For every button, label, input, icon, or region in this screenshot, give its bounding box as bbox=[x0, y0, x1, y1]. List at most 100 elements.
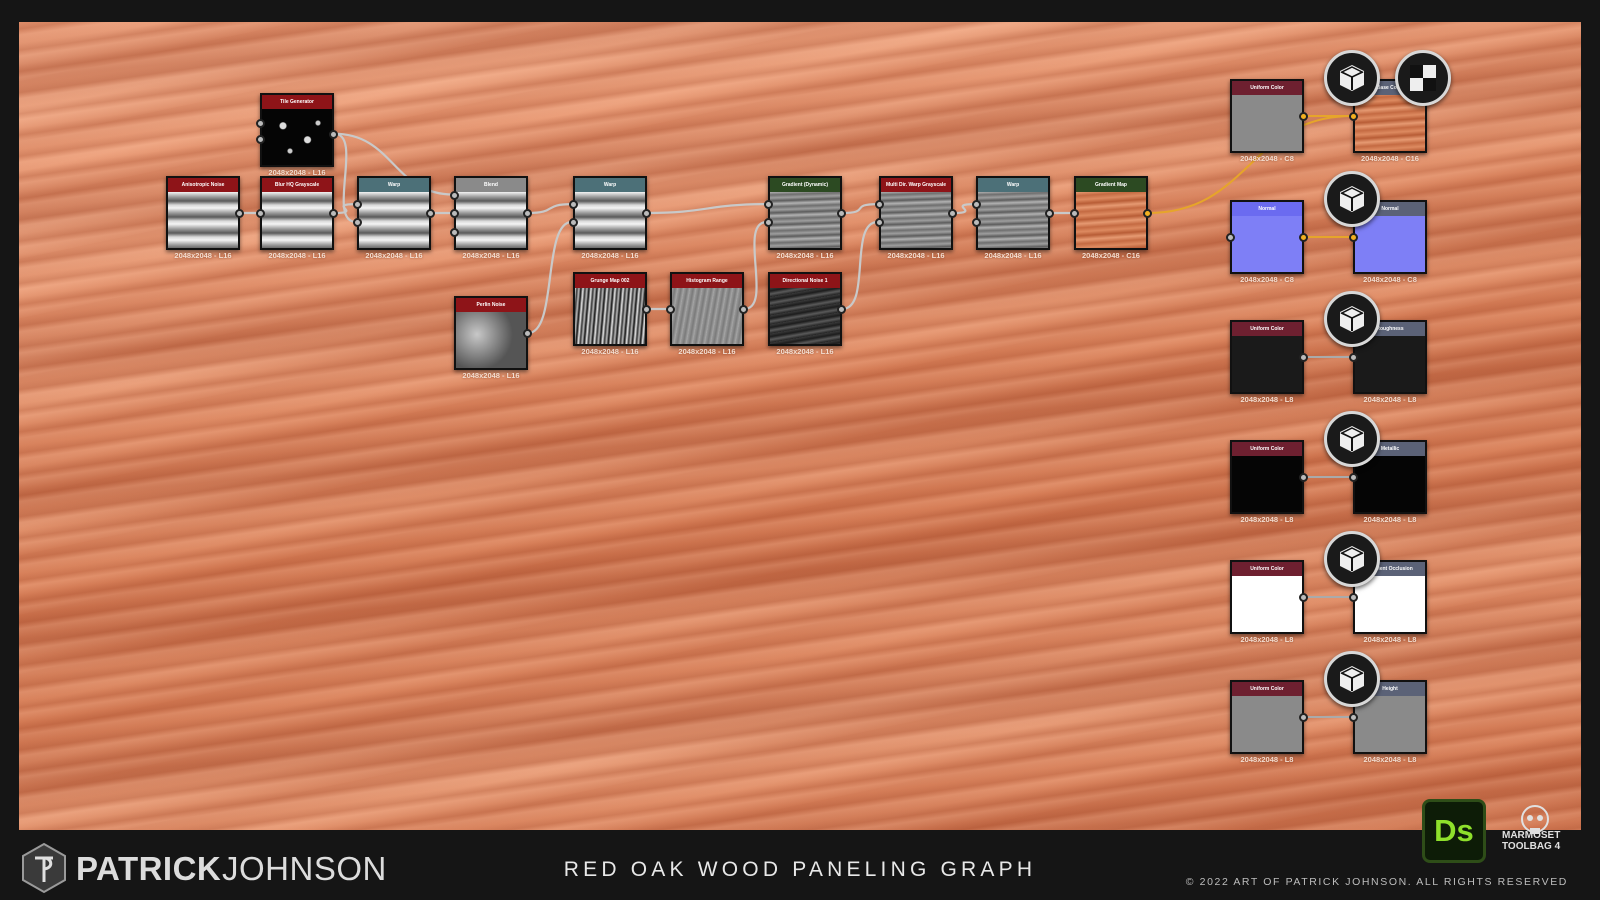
output-port[interactable] bbox=[1299, 473, 1308, 482]
node-preview bbox=[359, 192, 429, 248]
graph-title: RED OAK WOOD PANELING GRAPH bbox=[563, 858, 1037, 881]
input-port[interactable] bbox=[450, 190, 459, 200]
cube-icon[interactable] bbox=[1324, 531, 1380, 587]
node-resolution: 2048x2048 - L16 bbox=[365, 251, 423, 260]
node-resolution: 2048x2048 - L8 bbox=[1363, 515, 1417, 524]
output-port[interactable] bbox=[426, 209, 435, 218]
node-tile[interactable]: Tile Generator bbox=[260, 93, 334, 167]
author-logo-icon bbox=[22, 842, 66, 894]
input-port[interactable] bbox=[875, 217, 884, 227]
input-port[interactable] bbox=[1349, 473, 1358, 482]
node-perlin[interactable]: Perlin Noise bbox=[454, 296, 528, 370]
node-dirnoise[interactable]: Directional Noise 1 bbox=[768, 272, 842, 346]
output-port[interactable] bbox=[523, 329, 532, 338]
input-port[interactable] bbox=[569, 217, 578, 227]
output-port[interactable] bbox=[1143, 209, 1152, 218]
node-resolution: 2048x2048 - L16 bbox=[581, 347, 639, 356]
node-normal[interactable]: Normal bbox=[1230, 200, 1304, 274]
node-resolution: 2048x2048 - L8 bbox=[1363, 395, 1417, 404]
output-port[interactable] bbox=[329, 209, 338, 218]
node-resolution: 2048x2048 - L8 bbox=[1240, 755, 1294, 764]
node-aniso[interactable]: Anisotropic Noise bbox=[166, 176, 240, 250]
node-blur[interactable]: Blur HQ Grayscale bbox=[260, 176, 334, 250]
input-port[interactable] bbox=[256, 134, 265, 144]
input-port[interactable] bbox=[256, 209, 265, 218]
node-preview bbox=[978, 192, 1048, 248]
node-uc2[interactable]: Uniform Color bbox=[1230, 320, 1304, 394]
node-resolution: 2048x2048 - C16 bbox=[1361, 154, 1419, 163]
node-histo[interactable]: Histogram Range bbox=[670, 272, 744, 346]
output-port[interactable] bbox=[1299, 593, 1308, 602]
output-port[interactable] bbox=[1299, 713, 1308, 722]
node-warp3[interactable]: Warp bbox=[976, 176, 1050, 250]
output-port[interactable] bbox=[837, 305, 846, 314]
node-uc5[interactable]: Uniform Color bbox=[1230, 680, 1304, 754]
node-title: Anisotropic Noise bbox=[168, 178, 238, 192]
output-port[interactable] bbox=[1299, 112, 1308, 121]
input-port[interactable] bbox=[450, 209, 459, 218]
input-port[interactable] bbox=[1349, 713, 1358, 722]
node-title: Directional Noise 1 bbox=[770, 274, 840, 288]
cube-icon[interactable] bbox=[1324, 50, 1380, 106]
output-port[interactable] bbox=[739, 305, 748, 314]
node-preview bbox=[1355, 336, 1425, 392]
node-multidir[interactable]: Multi Dir. Warp Grayscale bbox=[879, 176, 953, 250]
output-port[interactable] bbox=[1299, 353, 1308, 362]
node-resolution: 2048x2048 - L16 bbox=[776, 251, 834, 260]
input-port[interactable] bbox=[450, 227, 459, 237]
input-port[interactable] bbox=[1349, 593, 1358, 602]
node-grunge[interactable]: Grunge Map 002 bbox=[573, 272, 647, 346]
node-title: Normal bbox=[1232, 202, 1302, 216]
author-first-name: PATRICK bbox=[76, 850, 222, 887]
input-port[interactable] bbox=[1349, 353, 1358, 362]
output-port[interactable] bbox=[523, 209, 532, 218]
node-preview bbox=[262, 192, 332, 248]
node-resolution: 2048x2048 - L16 bbox=[984, 251, 1042, 260]
node-warp1[interactable]: Warp bbox=[357, 176, 431, 250]
node-preview bbox=[1355, 456, 1425, 512]
node-resolution: 2048x2048 - L16 bbox=[268, 251, 326, 260]
output-port[interactable] bbox=[1045, 209, 1054, 218]
input-port[interactable] bbox=[1226, 233, 1235, 242]
node-uc1[interactable]: Uniform Color bbox=[1230, 79, 1304, 153]
input-port[interactable] bbox=[1349, 112, 1358, 121]
node-warp2[interactable]: Warp bbox=[573, 176, 647, 250]
cube-icon[interactable] bbox=[1324, 171, 1380, 227]
output-port[interactable] bbox=[837, 209, 846, 218]
output-port[interactable] bbox=[235, 209, 244, 218]
checker-icon[interactable] bbox=[1395, 50, 1451, 106]
cube-icon[interactable] bbox=[1324, 411, 1380, 467]
node-blend[interactable]: Blend bbox=[454, 176, 528, 250]
input-port[interactable] bbox=[256, 118, 265, 128]
input-port[interactable] bbox=[972, 217, 981, 227]
node-gradient[interactable]: Gradient (Dynamic) bbox=[768, 176, 842, 250]
node-preview bbox=[456, 312, 526, 368]
connection-wire bbox=[646, 203, 768, 215]
output-port[interactable] bbox=[642, 209, 651, 218]
node-title: Uniform Color bbox=[1232, 322, 1302, 336]
output-port[interactable] bbox=[329, 129, 338, 139]
input-port[interactable] bbox=[353, 217, 362, 227]
node-title: Warp bbox=[359, 178, 429, 192]
node-uc4[interactable]: Uniform Color bbox=[1230, 560, 1304, 634]
cube-icon[interactable] bbox=[1324, 651, 1380, 707]
footer: PATRICK JOHNSON RED OAK WOOD PANELING GR… bbox=[0, 799, 1600, 900]
input-port[interactable] bbox=[1349, 233, 1358, 242]
input-port[interactable] bbox=[764, 217, 773, 227]
output-port[interactable] bbox=[642, 305, 651, 314]
node-resolution: 2048x2048 - C8 bbox=[1240, 154, 1294, 163]
cube-icon[interactable] bbox=[1324, 291, 1380, 347]
node-resolution: 2048x2048 - L16 bbox=[462, 371, 520, 380]
node-resolution: 2048x2048 - L8 bbox=[1240, 515, 1294, 524]
node-title: Grunge Map 002 bbox=[575, 274, 645, 288]
input-port[interactable] bbox=[666, 305, 675, 314]
input-port[interactable] bbox=[1070, 209, 1079, 218]
output-port[interactable] bbox=[1299, 233, 1308, 242]
node-preview bbox=[1232, 456, 1302, 512]
node-resolution: 2048x2048 - L8 bbox=[1240, 395, 1294, 404]
output-port[interactable] bbox=[948, 209, 957, 218]
graph-canvas[interactable]: Anisotropic Noise 2048x2048 - L16 Tile Gen… bbox=[19, 22, 1581, 830]
node-gradmap[interactable]: Gradient Map bbox=[1074, 176, 1148, 250]
node-resolution: 2048x2048 - L8 bbox=[1363, 635, 1417, 644]
node-uc3[interactable]: Uniform Color bbox=[1230, 440, 1304, 514]
